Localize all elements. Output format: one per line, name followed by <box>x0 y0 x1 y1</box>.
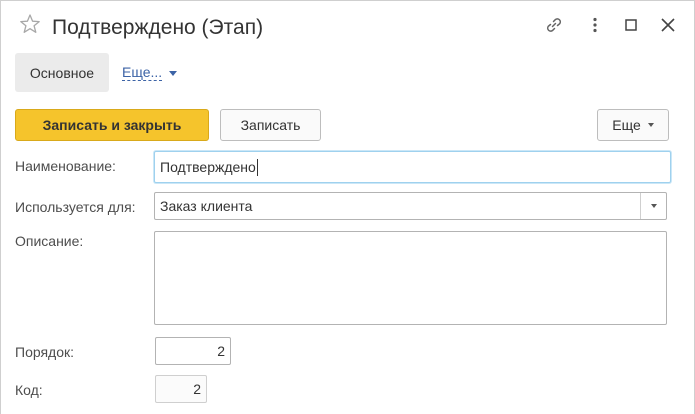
dropdown-button[interactable] <box>640 193 666 219</box>
chevron-down-icon <box>650 204 657 208</box>
chevron-down-icon <box>647 123 654 127</box>
more-vertical-icon[interactable] <box>585 15 605 35</box>
save-and-close-button[interactable]: Записать и закрыть <box>15 109 209 141</box>
order-field[interactable]: 2 <box>155 337 231 365</box>
star-icon[interactable] <box>19 13 41 35</box>
text-caret <box>256 158 258 176</box>
form-window: Подтверждено (Этап) Основное Еще... Запи… <box>0 0 695 414</box>
page-title: Подтверждено (Этап) <box>52 16 264 39</box>
order-value: 2 <box>217 343 225 359</box>
description-label: Описание: <box>15 233 84 249</box>
description-textarea[interactable] <box>154 231 667 325</box>
code-label: Код: <box>15 382 43 398</box>
used-for-label: Используется для: <box>15 199 136 215</box>
code-value: 2 <box>193 381 201 397</box>
used-for-select[interactable]: Заказ клиента <box>154 192 667 220</box>
tab-more-label: Еще... <box>122 64 163 81</box>
name-field[interactable]: Подтверждено <box>154 151 671 183</box>
tab-more-menu[interactable]: Еще... <box>122 64 178 81</box>
save-button[interactable]: Записать <box>220 109 321 141</box>
name-label: Наименование: <box>15 158 116 174</box>
more-actions-button[interactable]: Еще <box>597 109 669 141</box>
maximize-icon[interactable] <box>621 15 641 35</box>
link-icon[interactable] <box>544 15 564 35</box>
name-value: Подтверждено <box>160 159 256 175</box>
tab-main[interactable]: Основное <box>15 53 109 92</box>
close-icon[interactable] <box>658 15 678 35</box>
used-for-value: Заказ клиента <box>160 198 253 214</box>
chevron-down-icon <box>169 70 178 76</box>
more-actions-label: Еще <box>612 117 641 133</box>
order-label: Порядок: <box>15 344 75 360</box>
code-field[interactable]: 2 <box>155 375 207 403</box>
